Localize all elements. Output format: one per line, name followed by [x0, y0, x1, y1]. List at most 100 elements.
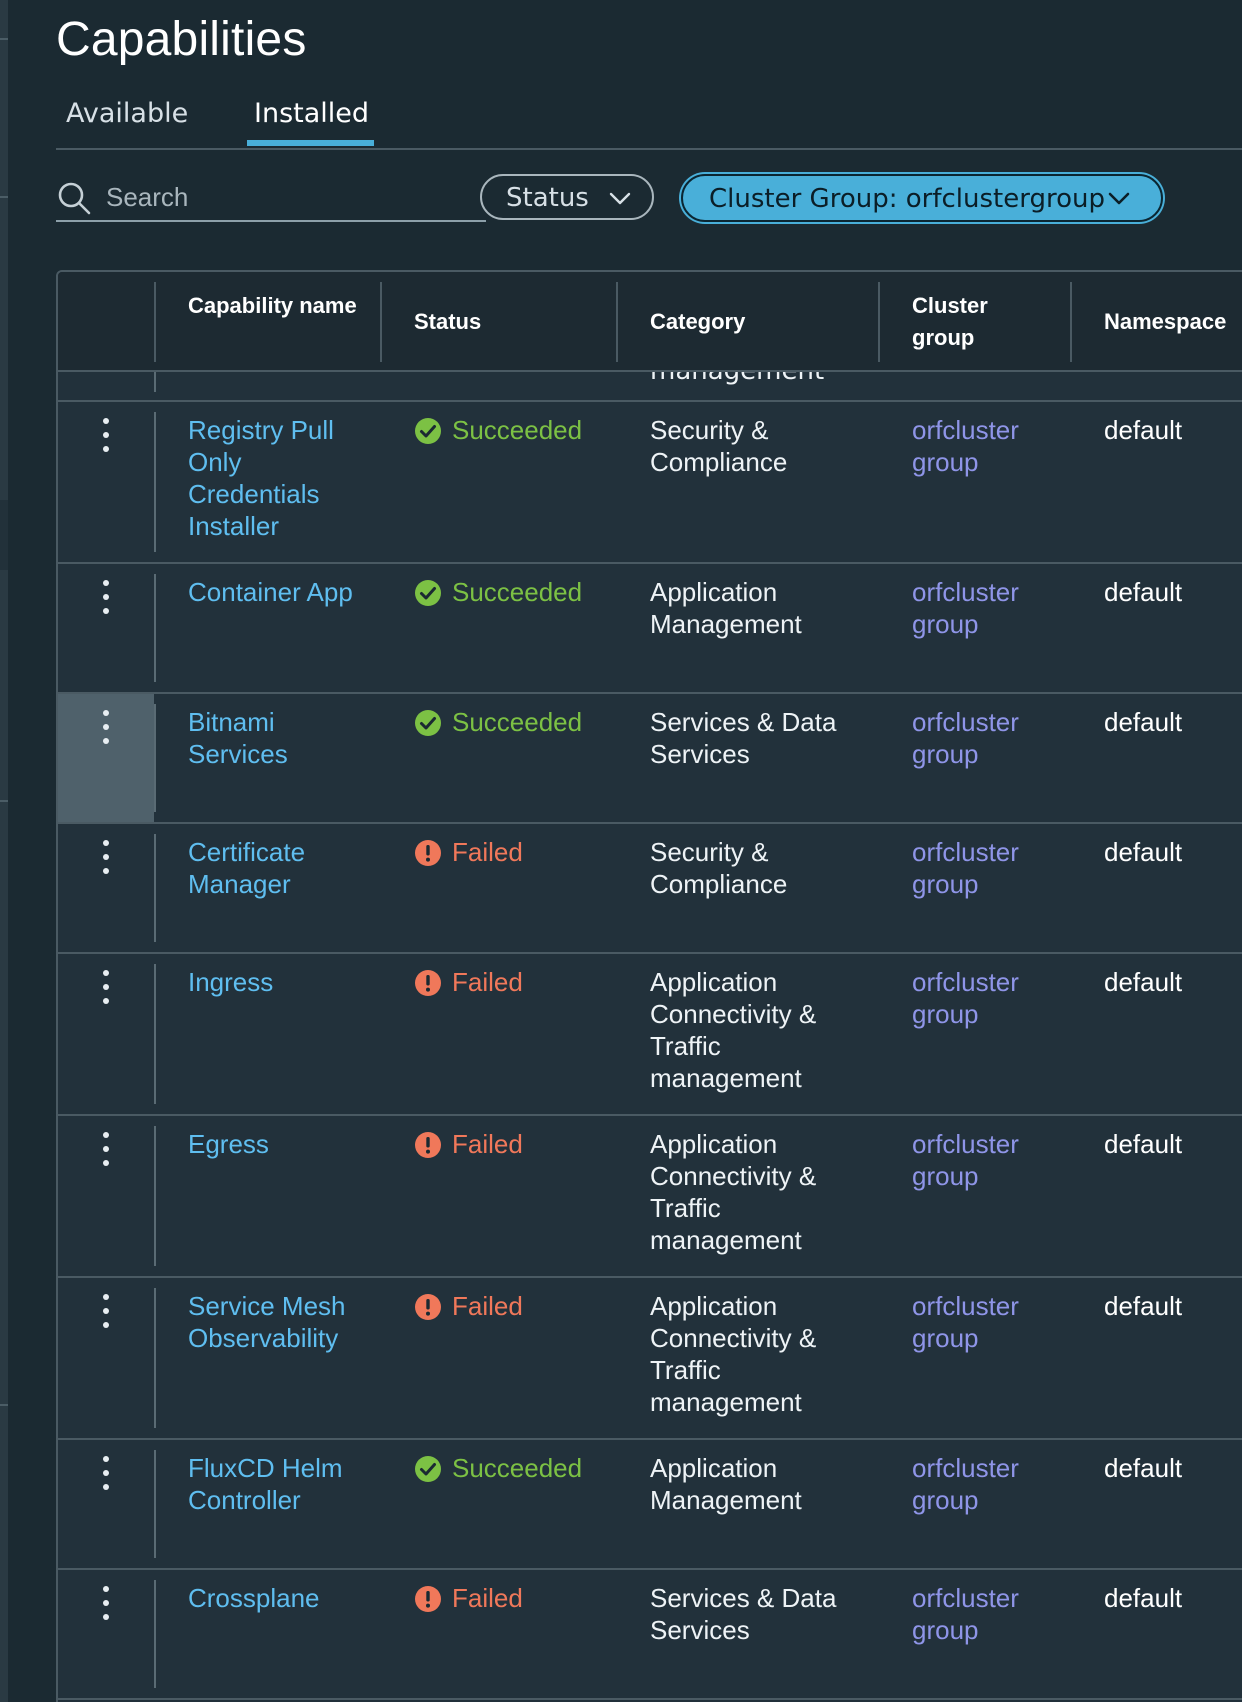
capability-name-link[interactable]: Crossplane — [188, 1582, 358, 1614]
namespace-cell: default — [1104, 967, 1183, 997]
page-title: Capabilities — [56, 13, 307, 66]
column-header-capability-name[interactable]: Capability name — [188, 290, 358, 322]
sidebar-segment — [0, 0, 8, 500]
status-text: Succeeded — [452, 577, 583, 607]
namespace-cell: default — [1104, 1129, 1183, 1159]
exclamation-circle-icon — [415, 1132, 441, 1158]
chevron-down-icon — [1108, 192, 1130, 205]
table-row-partial: management — [58, 372, 1242, 402]
kebab-menu-icon[interactable] — [96, 418, 116, 454]
status-filter-dropdown[interactable]: Status — [480, 174, 654, 220]
namespace-cell: default — [1104, 415, 1183, 445]
status-text: Failed — [452, 1291, 523, 1321]
row-action-cell — [58, 824, 154, 952]
kebab-menu-icon[interactable] — [96, 580, 116, 616]
capability-name-link[interactable]: Container App — [188, 576, 358, 608]
tab-available[interactable]: Available — [66, 98, 188, 129]
category-cell: Application Connectivity & Traffic manag… — [650, 967, 817, 1093]
column-separator — [154, 282, 156, 362]
sidebar-edge — [0, 0, 8, 1702]
column-separator — [154, 1580, 156, 1688]
column-separator — [154, 1450, 156, 1558]
sidebar-divider — [0, 800, 8, 802]
column-separator — [154, 704, 156, 812]
capability-name-link[interactable]: FluxCD Helm Controller — [188, 1452, 358, 1516]
namespace-cell: default — [1104, 1583, 1183, 1613]
column-separator — [154, 574, 156, 682]
kebab-menu-icon[interactable] — [96, 1456, 116, 1492]
exclamation-circle-icon — [415, 840, 441, 866]
tab-installed[interactable]: Installed — [254, 98, 369, 129]
column-separator — [154, 964, 156, 1104]
category-cell: Security & Compliance — [650, 837, 788, 899]
cluster-group-link[interactable]: orfcluster group — [912, 1128, 1062, 1192]
namespace-cell: default — [1104, 577, 1183, 607]
namespace-cell: default — [1104, 1291, 1183, 1321]
row-action-cell — [58, 1116, 154, 1276]
column-header-cluster-group[interactable]: Cluster group — [912, 290, 1022, 354]
kebab-menu-icon[interactable] — [96, 710, 116, 746]
kebab-menu-icon[interactable] — [96, 1132, 116, 1168]
cluster-group-link[interactable]: orfcluster group — [912, 836, 1062, 900]
cluster-group-link[interactable]: orfcluster group — [912, 414, 1062, 478]
sidebar-divider — [0, 196, 8, 198]
column-header-status[interactable]: Status — [414, 306, 481, 338]
cluster-group-filter-dropdown[interactable]: Cluster Group: orfclustergroup — [681, 174, 1163, 222]
capability-name-link[interactable]: Ingress — [188, 966, 358, 998]
exclamation-circle-icon — [415, 1294, 441, 1320]
category-cell: Application Connectivity & Traffic manag… — [650, 1129, 817, 1255]
table-row: Container App Succeeded Application Manage… — [58, 564, 1242, 694]
cluster-group-link[interactable]: orfcluster group — [912, 706, 1062, 770]
column-separator[interactable] — [878, 282, 880, 362]
search-input[interactable] — [104, 176, 478, 218]
capability-name-link[interactable]: Certificate Manager — [188, 836, 358, 900]
status-text: Succeeded — [452, 415, 583, 445]
capability-name-link[interactable]: Registry Pull Only Credentials Installer — [188, 414, 358, 542]
cluster-group-link[interactable]: orfcluster group — [912, 576, 1062, 640]
check-circle-icon — [415, 580, 441, 606]
category-cell: Application Connectivity & Traffic manag… — [650, 1291, 817, 1417]
chevron-down-icon — [609, 192, 631, 205]
namespace-cell: default — [1104, 837, 1183, 867]
cluster-group-link[interactable]: orfcluster group — [912, 1452, 1062, 1516]
category-cell: Application Management — [650, 1453, 802, 1515]
kebab-menu-icon[interactable] — [96, 840, 116, 876]
capability-name-link[interactable]: Egress — [188, 1128, 358, 1160]
row-action-cell — [58, 694, 154, 822]
status-filter-label: Status — [506, 183, 589, 213]
column-separator[interactable] — [1070, 282, 1072, 362]
column-header-category[interactable]: Category — [650, 306, 745, 338]
kebab-menu-icon[interactable] — [96, 970, 116, 1006]
capability-name-link[interactable]: Bitnami Services — [188, 706, 358, 770]
column-separator[interactable] — [616, 282, 618, 362]
cluster-group-link[interactable]: orfcluster group — [912, 1290, 1062, 1354]
category-cell: Services & Data Services — [650, 707, 837, 769]
category-cell: Services & Data Services — [650, 1583, 837, 1645]
column-separator[interactable] — [380, 282, 382, 362]
sidebar-segment — [0, 570, 8, 1702]
column-separator — [154, 412, 156, 552]
status-text: Succeeded — [452, 1453, 583, 1483]
table-row: Service Mesh Observability Failed Applicat… — [58, 1278, 1242, 1440]
cluster-group-link[interactable]: orfcluster group — [912, 1582, 1062, 1646]
table-row: Ingress Failed Application Connectivity & … — [58, 954, 1242, 1116]
category-cell: Security & Compliance — [650, 415, 788, 477]
check-circle-icon — [415, 710, 441, 736]
capabilities-page: Capabilities Available Installed Status … — [0, 0, 1242, 1702]
status-text: Failed — [452, 967, 523, 997]
kebab-menu-icon[interactable] — [96, 1586, 116, 1622]
status-text: Succeeded — [452, 707, 583, 737]
table-row: Egress Failed Application Connectivity & T… — [58, 1116, 1242, 1278]
search-icon — [58, 182, 91, 215]
column-header-namespace[interactable]: Namespace — [1104, 306, 1226, 338]
active-tab-indicator — [247, 140, 374, 146]
row-action-cell — [58, 564, 154, 692]
row-action-cell — [58, 1440, 154, 1568]
capability-name-link[interactable]: Service Mesh Observability — [188, 1290, 358, 1354]
kebab-menu-icon[interactable] — [96, 1294, 116, 1330]
row-action-cell — [58, 1278, 154, 1438]
tab-bar: Available Installed — [56, 92, 1242, 150]
cluster-group-link[interactable]: orfcluster group — [912, 966, 1062, 1030]
exclamation-circle-icon — [415, 1586, 441, 1612]
cluster-group-filter-label: Cluster Group: orfclustergroup — [709, 184, 1105, 214]
